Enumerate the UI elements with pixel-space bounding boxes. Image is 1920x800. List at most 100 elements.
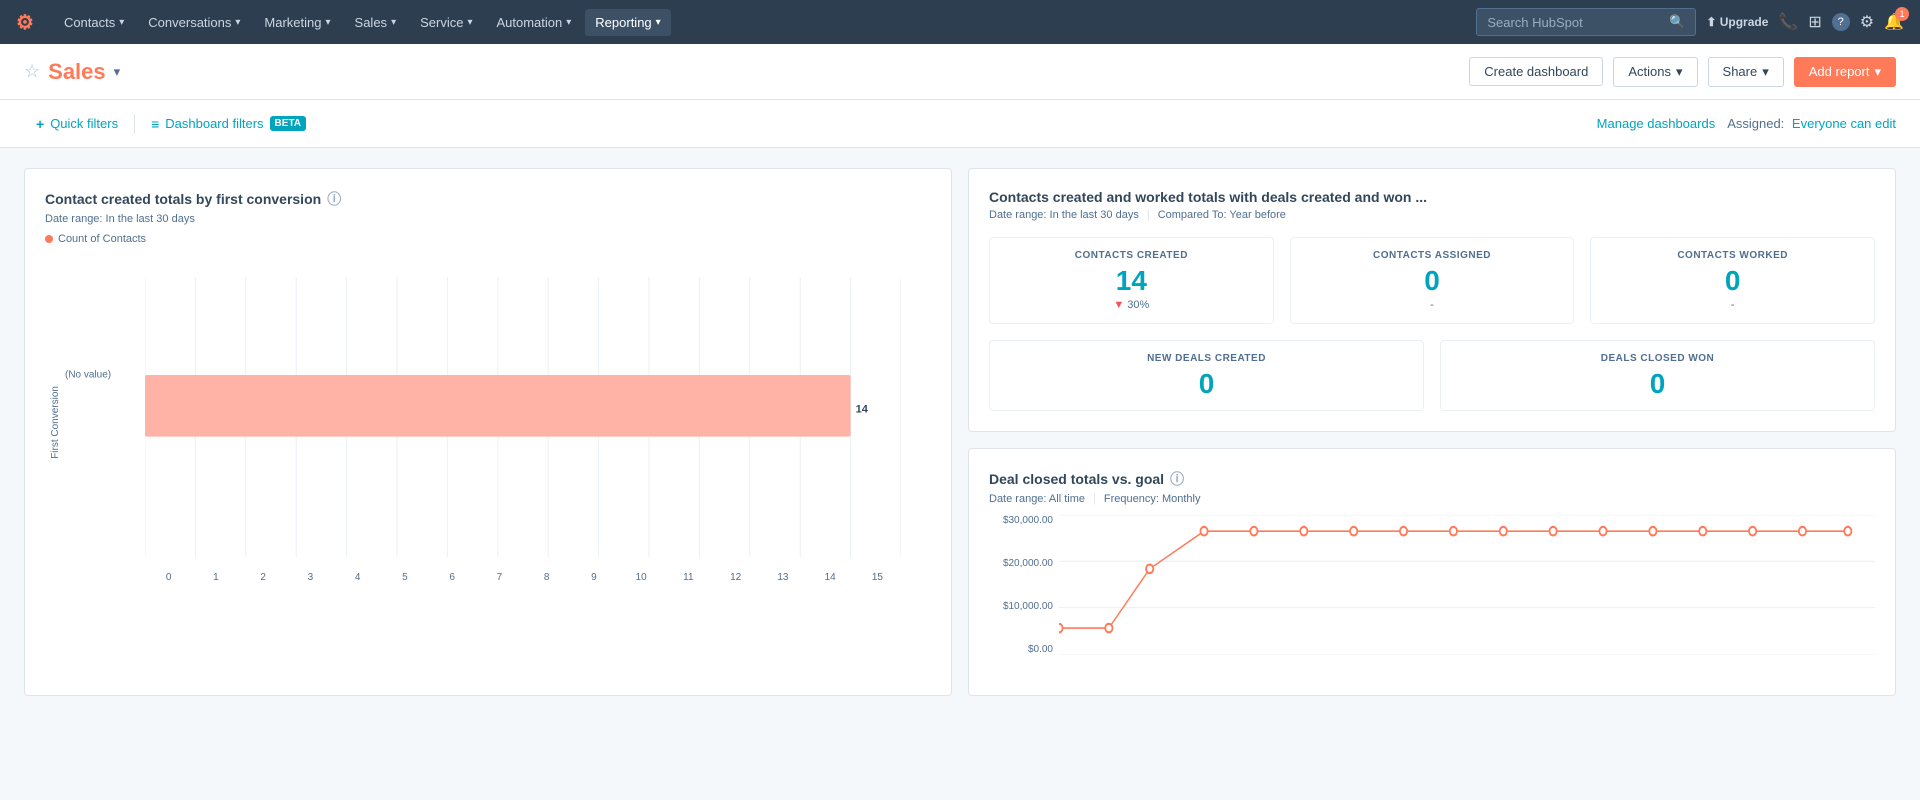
- actions-button[interactable]: Actions ▾: [1613, 57, 1697, 87]
- metric-contacts-worked: CONTACTS WORKED 0 -: [1590, 237, 1875, 324]
- chart-grid: 14: [145, 277, 901, 557]
- header-bar: ☆ Sales ▾ Create dashboard Actions ▾ Sha…: [0, 44, 1920, 100]
- metric-contacts-assigned: CONTACTS ASSIGNED 0 -: [1290, 237, 1575, 324]
- nav-conversations[interactable]: Conversations ▾: [138, 9, 250, 36]
- metrics-grid-top: CONTACTS CREATED 14 ▼ 30% CONTACTS ASSIG…: [989, 237, 1875, 324]
- contact-chart-card: Contact created totals by first conversi…: [24, 168, 952, 696]
- nav-service[interactable]: Service ▾: [410, 9, 482, 36]
- chevron-down-icon: ▾: [326, 17, 331, 28]
- metrics-card-subtitle: Date range: In the last 30 days | Compar…: [989, 209, 1875, 221]
- notification-icon[interactable]: 🔔 1: [1884, 12, 1904, 32]
- chevron-down-icon: ▾: [656, 17, 661, 28]
- nav-sales[interactable]: Sales ▾: [345, 9, 407, 36]
- help-icon[interactable]: ?: [1832, 13, 1850, 31]
- y-label: $0.00: [989, 644, 1059, 655]
- chevron-down-icon: ▾: [119, 17, 124, 28]
- chevron-down-icon: ▾: [1762, 64, 1769, 80]
- settings-icon[interactable]: ⚙: [1860, 12, 1874, 32]
- marketplace-icon[interactable]: ⊞: [1808, 12, 1821, 32]
- x-tick: 0: [145, 572, 192, 583]
- notification-badge: 1: [1895, 7, 1909, 21]
- chevron-down-icon: ▾: [1874, 64, 1881, 80]
- x-tick: 13: [759, 572, 806, 583]
- search-input[interactable]: [1487, 15, 1663, 30]
- add-report-button[interactable]: Add report ▾: [1794, 57, 1896, 87]
- phone-icon[interactable]: 📞: [1778, 12, 1798, 32]
- x-tick: 9: [570, 572, 617, 583]
- x-tick: 4: [334, 572, 381, 583]
- metric-deals-closed: DEALS CLOSED WON 0: [1440, 340, 1875, 411]
- x-tick: 14: [807, 572, 854, 583]
- x-tick: 11: [665, 572, 712, 583]
- beta-badge: BETA: [270, 116, 306, 131]
- create-dashboard-button[interactable]: Create dashboard: [1469, 57, 1603, 86]
- nav-marketing[interactable]: Marketing ▾: [254, 9, 340, 36]
- y-label: $10,000.00: [989, 601, 1059, 612]
- filter-bar: + Quick filters ≡ Dashboard filters BETA…: [0, 100, 1920, 148]
- x-tick: 6: [429, 572, 476, 583]
- x-tick: 12: [712, 572, 759, 583]
- legend-dot: [45, 235, 53, 243]
- filter-divider: [134, 114, 135, 134]
- x-tick: 1: [192, 572, 239, 583]
- hubspot-logo: ⚙: [16, 10, 34, 35]
- x-tick: 8: [523, 572, 570, 583]
- x-tick: 15: [854, 572, 901, 583]
- favorite-icon[interactable]: ☆: [24, 61, 40, 82]
- page-title: Sales: [48, 59, 106, 85]
- chevron-down-icon: ▾: [235, 17, 240, 28]
- x-tick: 7: [476, 572, 523, 583]
- y-label: $20,000.00: [989, 558, 1059, 569]
- nav-reporting[interactable]: Reporting ▾: [585, 9, 670, 36]
- share-button[interactable]: Share ▾: [1708, 57, 1784, 87]
- filter-icon: ≡: [151, 116, 159, 132]
- y-label: $30,000.00: [989, 515, 1059, 526]
- upgrade-button[interactable]: ⬆ Upgrade: [1706, 15, 1768, 29]
- contact-chart-subtitle: Date range: In the last 30 days: [45, 213, 931, 225]
- metrics-grid-bottom: NEW DEALS CREATED 0 DEALS CLOSED WON 0: [989, 340, 1875, 411]
- dashboard-filters-button[interactable]: ≡ Dashboard filters BETA: [139, 110, 318, 138]
- nav-automation[interactable]: Automation ▾: [486, 9, 581, 36]
- header-actions: Create dashboard Actions ▾ Share ▾ Add r…: [1469, 57, 1896, 87]
- assigned-label: Assigned: Everyone can edit: [1727, 116, 1896, 131]
- top-nav: ⚙ Contacts ▾ Conversations ▾ Marketing ▾…: [0, 0, 1920, 44]
- y-axis-label: First Conversion: [50, 386, 61, 459]
- main-content: Contact created totals by first conversi…: [0, 148, 1920, 716]
- everyone-can-edit-link[interactable]: Everyone can edit: [1792, 116, 1896, 131]
- title-dropdown-icon[interactable]: ▾: [114, 64, 121, 80]
- metric-contacts-created: CONTACTS CREATED 14 ▼ 30%: [989, 237, 1274, 324]
- x-tick: 5: [381, 572, 428, 583]
- legend-item: Count of Contacts: [45, 233, 931, 245]
- chevron-down-icon: ▾: [566, 17, 571, 28]
- plus-icon: +: [36, 116, 44, 132]
- metric-change: ▼ 30%: [998, 299, 1265, 311]
- metrics-card-title: Contacts created and worked totals with …: [989, 189, 1875, 205]
- bar-y-label: (No value): [65, 370, 111, 381]
- filter-left: + Quick filters ≡ Dashboard filters BETA: [24, 110, 318, 138]
- x-tick: 3: [287, 572, 334, 583]
- search-box[interactable]: 🔍: [1476, 8, 1696, 36]
- contacts-metrics-card: Contacts created and worked totals with …: [968, 168, 1896, 432]
- chevron-down-icon: ▾: [1676, 64, 1683, 80]
- line-chart-svg: [1059, 515, 1875, 655]
- x-tick: 10: [618, 572, 665, 583]
- svg-text:14: 14: [856, 403, 869, 415]
- metric-new-deals: NEW DEALS CREATED 0: [989, 340, 1424, 411]
- deal-chart-title: Deal closed totals vs. goal ⓘ: [989, 469, 1875, 489]
- deal-chart-card: Deal closed totals vs. goal ⓘ Date range…: [968, 448, 1896, 696]
- contact-chart-title: Contact created totals by first conversi…: [45, 189, 931, 209]
- quick-filters-button[interactable]: + Quick filters: [24, 110, 130, 138]
- manage-dashboards-link[interactable]: Manage dashboards: [1597, 116, 1716, 131]
- right-panel: Contacts created and worked totals with …: [968, 168, 1896, 696]
- search-icon: 🔍: [1669, 14, 1685, 30]
- chevron-down-icon: ▾: [391, 17, 396, 28]
- filter-right: Manage dashboards Assigned: Everyone can…: [1597, 116, 1896, 131]
- nav-links: Contacts ▾ Conversations ▾ Marketing ▾ S…: [54, 9, 1476, 36]
- nav-contacts[interactable]: Contacts ▾: [54, 9, 134, 36]
- nav-right: 🔍 ⬆ Upgrade 📞 ⊞ ? ⚙ 🔔 1: [1476, 8, 1904, 36]
- info-icon[interactable]: ⓘ: [1170, 469, 1184, 489]
- deal-chart-subtitle: Date range: All time | Frequency: Monthl…: [989, 493, 1875, 505]
- x-tick: 2: [240, 572, 287, 583]
- header-left: ☆ Sales ▾: [24, 59, 120, 85]
- info-icon[interactable]: ⓘ: [327, 189, 341, 209]
